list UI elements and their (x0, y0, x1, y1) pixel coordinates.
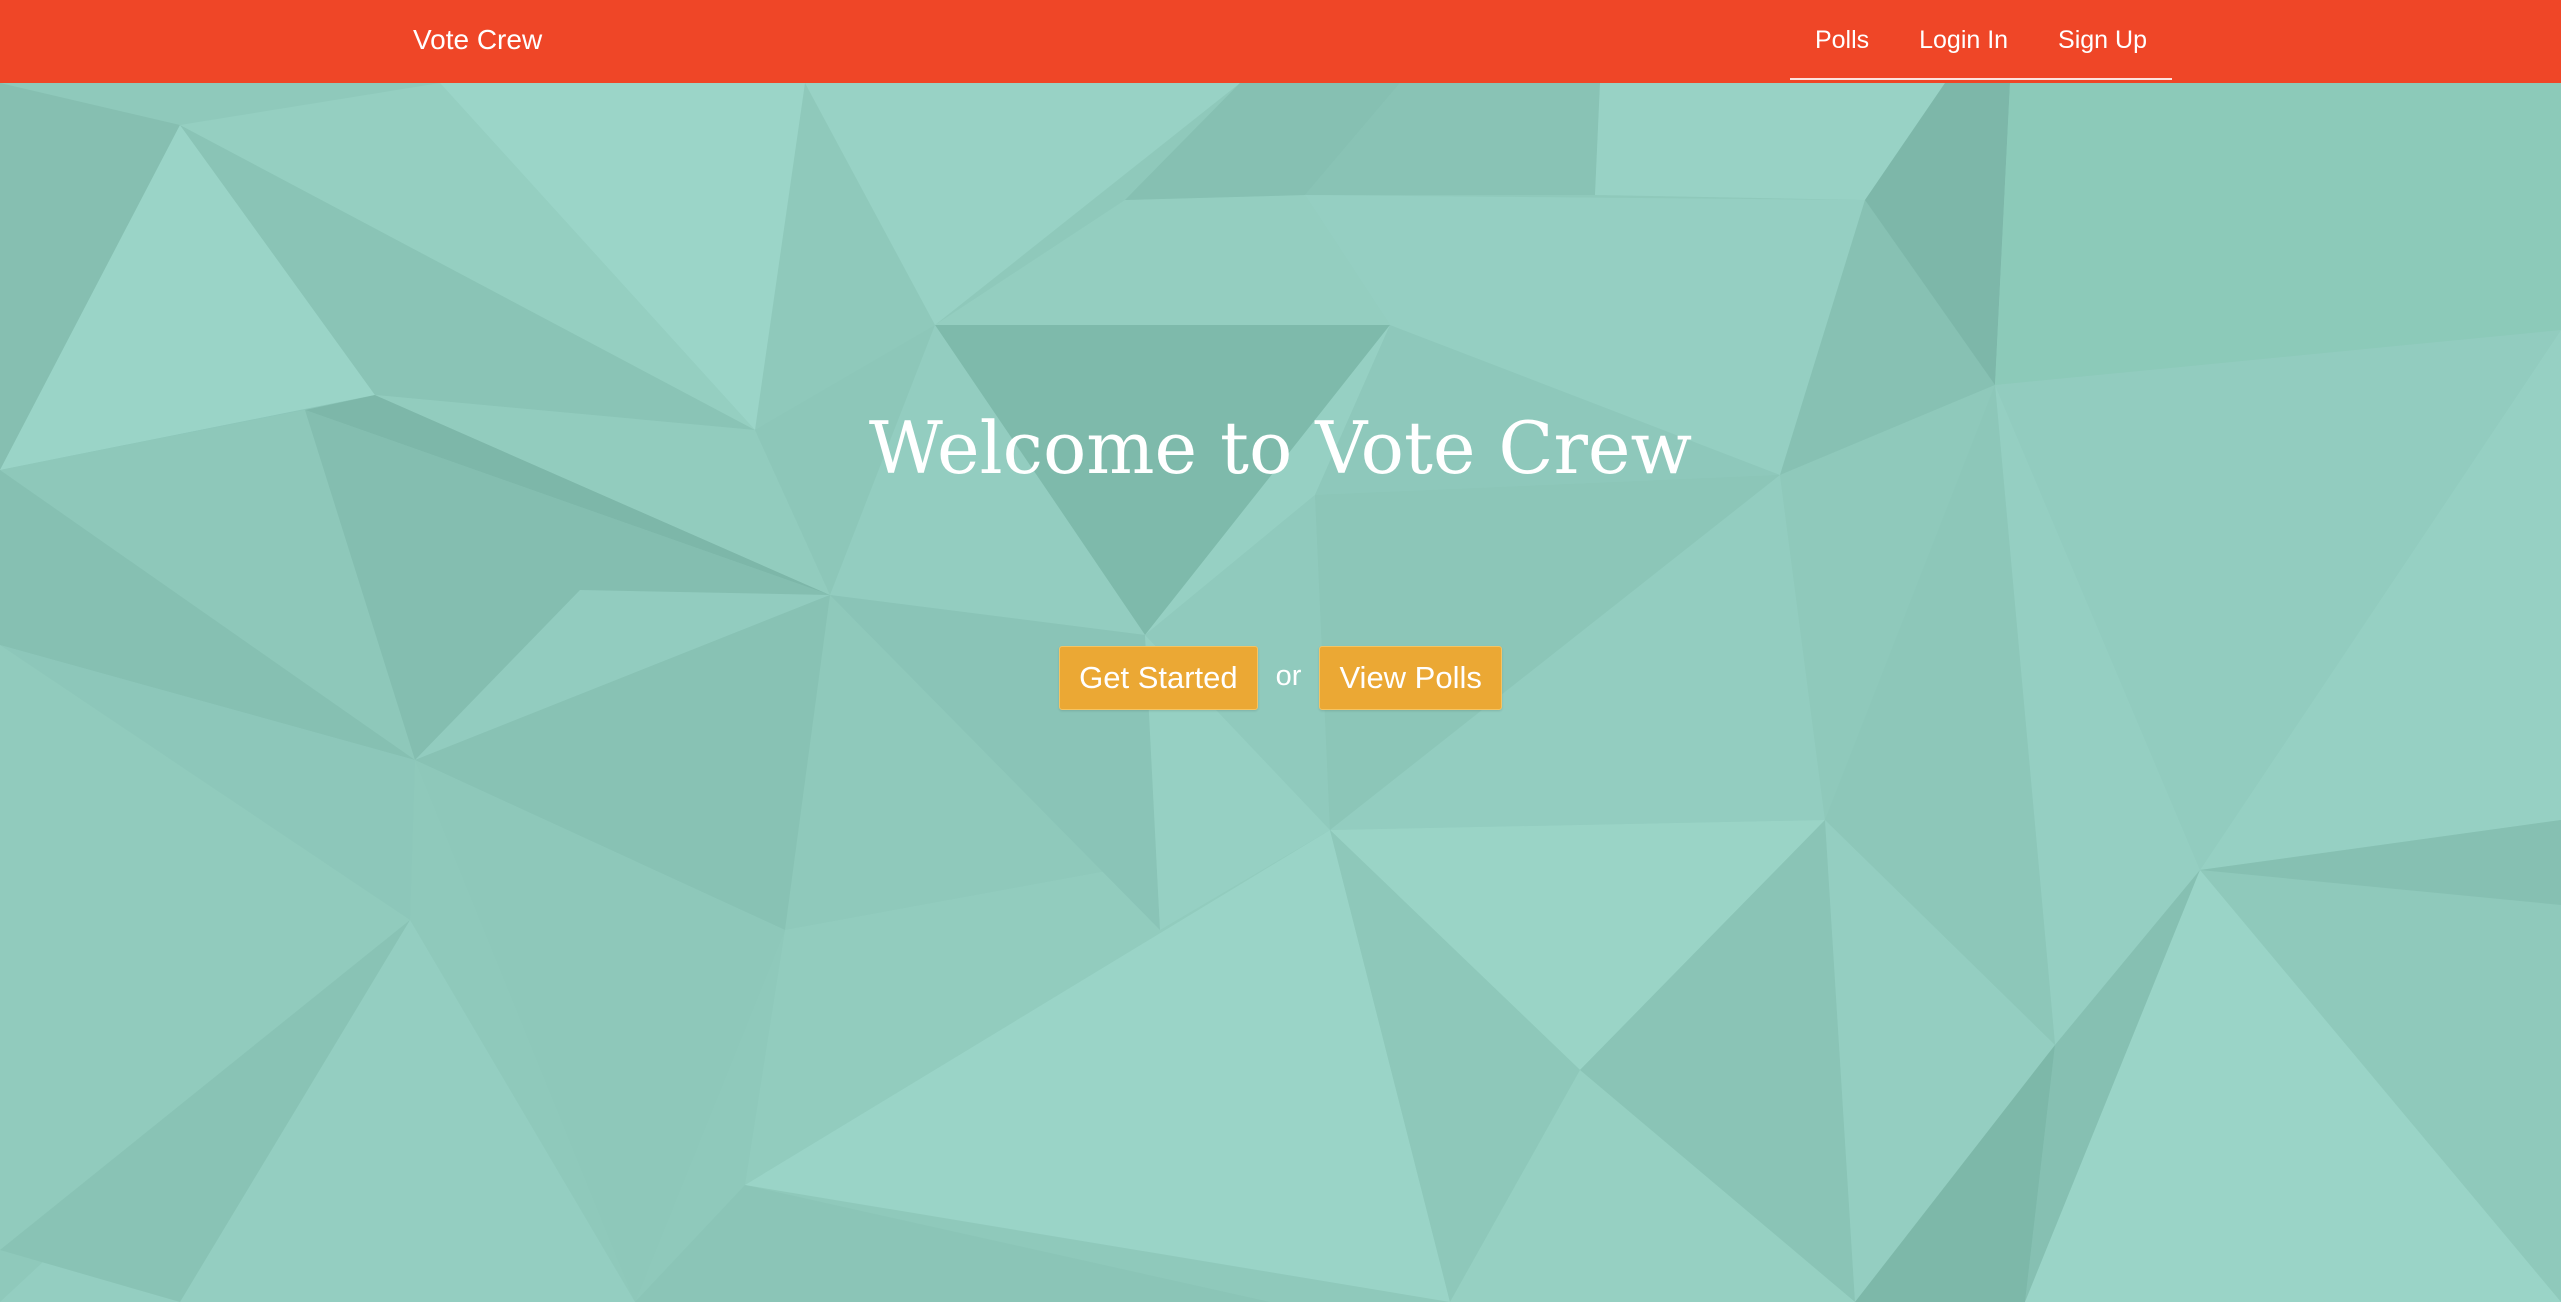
get-started-button[interactable]: Get Started (1059, 646, 1258, 710)
or-separator: or (1275, 659, 1302, 692)
nav-item-polls[interactable]: Polls (1815, 24, 1869, 55)
hero-section: Welcome to Vote Crew Get Started or View… (0, 83, 2561, 1302)
view-polls-button[interactable]: View Polls (1319, 646, 1502, 710)
brand-logo-link[interactable]: Vote Crew (413, 20, 542, 60)
nav-item-signup[interactable]: Sign Up (2058, 24, 2147, 55)
cta-row: Get Started or View Polls (0, 645, 2561, 711)
top-navbar: Vote Crew Polls Login In Sign Up (0, 0, 2561, 83)
hero-title: Welcome to Vote Crew (868, 406, 1693, 490)
nav-item-login[interactable]: Login In (1919, 24, 2008, 55)
main-nav: Polls Login In Sign Up (1790, 0, 2172, 80)
